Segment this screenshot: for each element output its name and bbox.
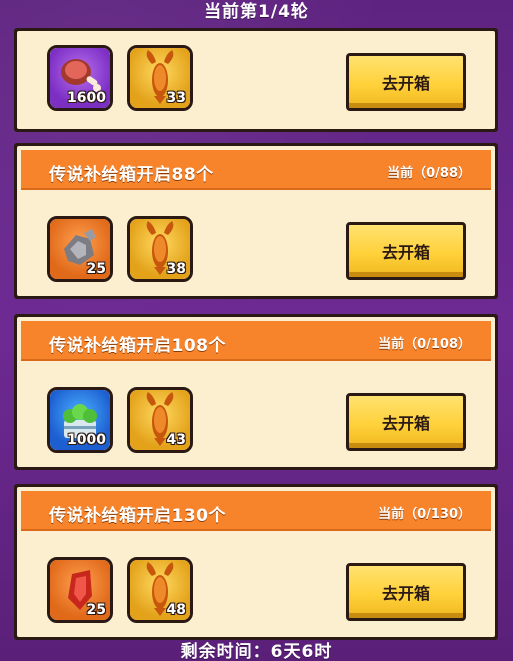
reward-item[interactable]: 25: [47, 216, 113, 282]
reward-count: 38: [166, 261, 186, 277]
reward-count: 43: [166, 432, 186, 448]
card-header: 传说补给箱开启108个 当前（0/108）: [21, 321, 491, 361]
open-box-button[interactable]: 去开箱: [346, 563, 466, 621]
reward-count: 1000: [67, 432, 106, 448]
reward-item[interactable]: 48: [127, 557, 193, 623]
task-title: 传说补给箱开启130个: [49, 506, 226, 526]
task-progress: 当前（0/108）: [378, 337, 471, 352]
reward-item[interactable]: 1000: [47, 387, 113, 453]
reward-item[interactable]: 25: [47, 557, 113, 623]
remaining-time: 剩余时间：6天6时: [180, 642, 333, 661]
reward-item[interactable]: 33: [127, 45, 193, 111]
task-progress: 当前（0/88）: [387, 166, 471, 181]
reward-count: 1600: [67, 90, 106, 106]
open-box-button[interactable]: 去开箱: [346, 53, 466, 111]
reward-item[interactable]: 43: [127, 387, 193, 453]
reward-item[interactable]: 1600: [47, 45, 113, 111]
reward-count: 48: [166, 602, 186, 618]
reward-count: 33: [166, 90, 186, 106]
reward-count: 25: [86, 261, 106, 277]
task-title: 传说补给箱开启88个: [49, 165, 214, 185]
reward-item[interactable]: 38: [127, 216, 193, 282]
task-card: 1600 33 去开箱: [14, 28, 498, 132]
card-header: 传说补给箱开启88个 当前（0/88）: [21, 150, 491, 190]
task-card: 传说补给箱开启108个 当前（0/108） 1000 43 去开箱: [14, 314, 498, 470]
task-progress: 当前（0/130）: [378, 507, 471, 522]
task-card: 传说补给箱开启88个 当前（0/88） 25 38 去开箱: [14, 143, 498, 299]
round-indicator: 当前第1/4轮: [204, 2, 309, 22]
open-box-button[interactable]: 去开箱: [346, 222, 466, 280]
task-card: 传说补给箱开启130个 当前（0/130） 25 48 去开箱: [14, 484, 498, 640]
reward-count: 25: [86, 602, 106, 618]
card-header: 传说补给箱开启130个 当前（0/130）: [21, 491, 491, 531]
task-title: 传说补给箱开启108个: [49, 336, 226, 356]
open-box-button[interactable]: 去开箱: [346, 393, 466, 451]
